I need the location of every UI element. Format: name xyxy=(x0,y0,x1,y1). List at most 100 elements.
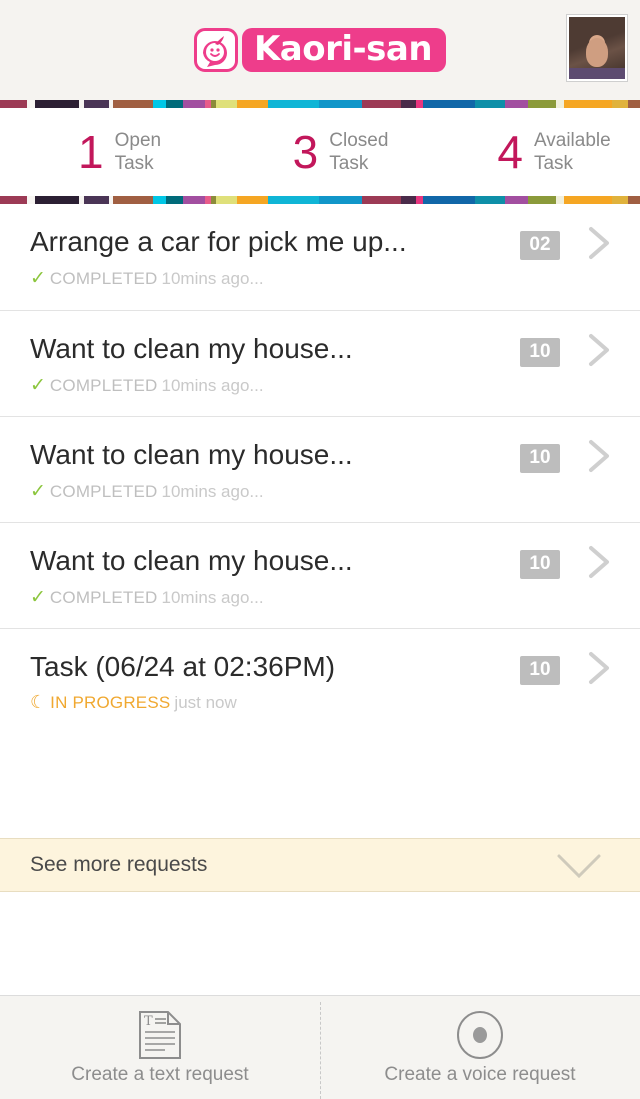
stripe-segment xyxy=(527,100,556,108)
bottom-bar-divider xyxy=(320,1002,321,1099)
stripe-segment xyxy=(505,100,528,108)
task-list: Arrange a car for pick me up... ✓ COMPLETE… xyxy=(0,204,640,838)
task-time: 10mins ago... xyxy=(161,482,264,502)
task-row[interactable]: Want to clean my house... ✓ COMPLETED 10min… xyxy=(0,522,640,628)
stripe-segment xyxy=(152,196,167,204)
stripe-segment xyxy=(0,100,28,108)
stripe-segment xyxy=(475,100,506,108)
stripe-segment xyxy=(113,196,153,204)
svg-text:T: T xyxy=(144,1014,153,1029)
stat-open-task[interactable]: 1 Open Task xyxy=(0,129,221,175)
task-status: COMPLETED xyxy=(49,588,158,608)
stripe-segment xyxy=(27,196,35,204)
stats-bar: 1 Open Task 3 Closed Task 4 Available Ta… xyxy=(0,108,640,196)
see-more-requests-button[interactable]: See more requests xyxy=(0,837,640,892)
stripe-segment xyxy=(627,196,640,204)
stripe-segment xyxy=(555,196,564,204)
task-badge: 10 xyxy=(520,656,560,685)
stat-open-label: Open Task xyxy=(115,129,161,175)
task-status: COMPLETED xyxy=(49,376,158,396)
stripe-segment xyxy=(0,196,28,204)
task-row[interactable]: Task (06/24 at 02:36PM) ☾ IN PROGRESS just … xyxy=(0,628,640,734)
stripe-segment xyxy=(216,196,237,204)
stat-closed-task[interactable]: 3 Closed Task xyxy=(221,129,436,175)
chevron-down-icon xyxy=(556,852,602,885)
stripe-segment xyxy=(400,196,416,204)
stripe-segment xyxy=(183,196,205,204)
stripe-segment xyxy=(27,100,35,108)
microphone-record-icon xyxy=(455,1010,505,1060)
chevron-right-icon[interactable] xyxy=(586,226,612,260)
task-badge: 10 xyxy=(520,550,560,579)
task-status: COMPLETED xyxy=(49,482,158,502)
chevron-right-icon[interactable] xyxy=(586,651,612,685)
stripe-segment xyxy=(505,196,528,204)
stat-closed-number: 3 xyxy=(292,126,319,178)
stat-closed-label-line2: Task xyxy=(329,153,369,174)
stripe-segment xyxy=(362,196,401,204)
task-time: 10mins ago... xyxy=(161,376,264,396)
stripe-segment xyxy=(423,100,476,108)
stripe-segment xyxy=(268,100,319,108)
chevron-right-icon[interactable] xyxy=(586,439,612,473)
stripe-segment xyxy=(113,100,153,108)
chevron-right-icon[interactable] xyxy=(586,545,612,579)
stripe-segment xyxy=(216,100,237,108)
check-icon: ✓ xyxy=(30,481,46,503)
stripe-segment xyxy=(627,100,640,108)
stripe-segment xyxy=(611,100,628,108)
content-filler xyxy=(0,891,640,995)
see-more-label: See more requests xyxy=(30,852,208,876)
task-time: 10mins ago... xyxy=(161,269,264,289)
task-badge: 02 xyxy=(520,231,560,260)
create-voice-request-button[interactable]: Create a voice request xyxy=(320,996,640,1099)
stripe-segment xyxy=(611,196,628,204)
text-document-icon: T xyxy=(137,1010,183,1060)
stripe-segment xyxy=(415,196,424,204)
avatar[interactable] xyxy=(566,14,628,82)
stripe-segment xyxy=(475,196,506,204)
task-time: 10mins ago... xyxy=(161,588,264,608)
create-text-request-button[interactable]: T Create a text request xyxy=(0,996,320,1099)
stat-available-number: 4 xyxy=(497,126,523,178)
task-meta: ✓ COMPLETED 10mins ago... xyxy=(30,586,640,609)
kaori-mascot-icon xyxy=(193,28,238,72)
stripe-segment xyxy=(34,100,79,108)
stripe-segment xyxy=(555,100,564,108)
stripe-segment xyxy=(183,100,205,108)
check-icon: ✓ xyxy=(30,375,46,397)
chevron-right-icon[interactable] xyxy=(586,333,612,367)
task-badge: 10 xyxy=(520,338,560,367)
app-header: Kaori-san xyxy=(0,0,640,100)
stripe-segment xyxy=(318,196,363,204)
stripe-segment xyxy=(362,100,401,108)
stripe-segment xyxy=(166,100,184,108)
app-logo[interactable]: Kaori-san xyxy=(193,28,447,72)
task-status: COMPLETED xyxy=(49,269,158,289)
task-meta: ✓ COMPLETED 10mins ago... xyxy=(30,267,640,290)
stat-available-task[interactable]: 4 Available Task xyxy=(435,129,640,175)
avatar-photo xyxy=(569,17,625,79)
task-row[interactable]: Want to clean my house... ✓ COMPLETED 10min… xyxy=(0,310,640,416)
stripe-segment xyxy=(84,196,110,204)
stat-open-label-line1: Open xyxy=(114,129,162,151)
stat-open-label-line2: Task xyxy=(114,153,154,174)
stat-available-label: Available Task xyxy=(534,129,611,175)
app-root: Kaori-san 1 Open Task 3 Closed Task 4 Av… xyxy=(0,0,640,1099)
task-time: just now xyxy=(174,693,237,713)
stat-available-label-line2: Task xyxy=(533,153,574,174)
task-meta: ☾ IN PROGRESS just now xyxy=(30,692,640,713)
stripe-segment xyxy=(527,196,556,204)
task-badge: 10 xyxy=(520,444,560,473)
task-row[interactable]: Want to clean my house... ✓ COMPLETED 10min… xyxy=(0,416,640,522)
stat-open-number: 1 xyxy=(78,126,104,178)
task-row[interactable]: Arrange a car for pick me up... ✓ COMPLETE… xyxy=(0,204,640,310)
stat-available-label-line1: Available xyxy=(533,129,611,151)
task-status: IN PROGRESS xyxy=(50,693,171,713)
task-meta: ✓ COMPLETED 10mins ago... xyxy=(30,480,640,503)
stripe-segment xyxy=(415,100,424,108)
stripe-segment xyxy=(563,196,612,204)
check-icon: ✓ xyxy=(30,587,46,609)
task-meta: ✓ COMPLETED 10mins ago... xyxy=(30,374,640,397)
stripe-segment xyxy=(318,100,363,108)
